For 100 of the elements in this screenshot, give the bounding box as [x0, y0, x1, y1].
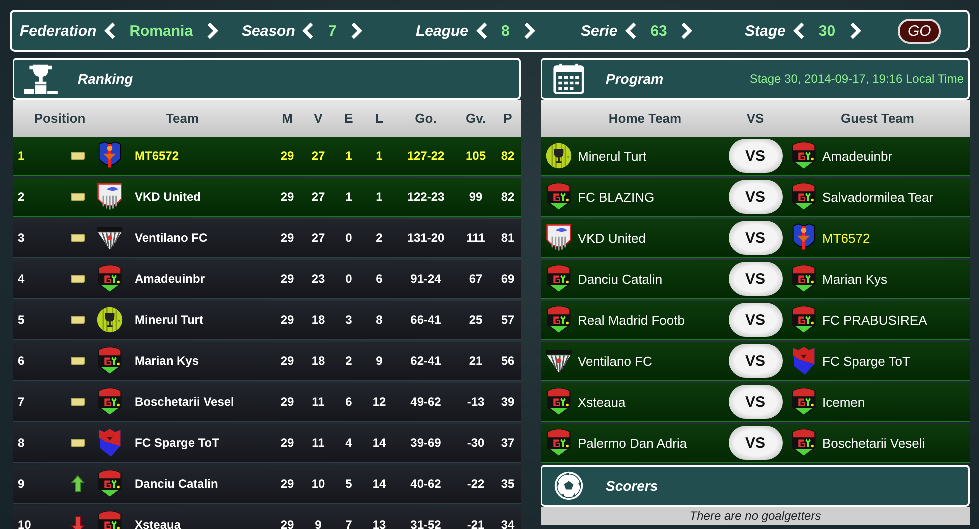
go-button[interactable]: GO: [898, 18, 942, 44]
table-cell-text: 7: [17, 395, 26, 409]
table-cell-text: 5: [344, 477, 354, 491]
team-name: MT6572: [134, 149, 180, 163]
table-cell-text: 99: [468, 190, 484, 204]
filter-label: League: [416, 22, 469, 40]
team-name: FC Sparge ToT: [822, 354, 912, 368]
table-cell-text: 9: [314, 518, 323, 529]
vs-badge: VS: [728, 385, 782, 419]
filter-label: Season: [242, 22, 296, 40]
column-header: VS: [746, 111, 766, 126]
match-row[interactable]: Xsteaua VS Icemen: [541, 383, 970, 422]
table-cell-text: 29: [280, 395, 296, 409]
table-cell-text: 2: [375, 231, 384, 245]
column-header: Home Team: [608, 111, 683, 126]
filter-label: Federation: [20, 22, 97, 40]
vs-badge: VS: [728, 426, 782, 460]
table-cell-text: 4: [344, 436, 354, 450]
column-header: L: [374, 111, 384, 126]
table-cell-text: 14: [372, 477, 388, 491]
match-row[interactable]: Danciu Catalin VS Marian Kys: [541, 260, 970, 299]
table-cell-text: 9: [375, 354, 384, 368]
team-name: Icemen: [822, 394, 866, 410]
match-row[interactable]: FC BLAZING VS Salvadormilea Tear: [541, 178, 970, 217]
table-cell-text: 49-62: [410, 395, 442, 409]
vs-badge: VS: [728, 139, 782, 173]
table-cell-text: 10: [17, 518, 32, 529]
shield-crest-icon: [96, 181, 124, 213]
table-cell-text: 82: [500, 149, 516, 163]
column-header: E: [344, 111, 354, 126]
empty-message: There are no goalgetters: [541, 507, 970, 525]
table-cell-text: 29: [280, 313, 296, 327]
table-cell-text: 14: [372, 436, 388, 450]
table-cell-text: 29: [280, 518, 296, 529]
table-cell-text: 62-41: [410, 354, 442, 368]
table-cell-text: 131-20: [406, 231, 446, 245]
team-name: VKD United: [577, 230, 647, 246]
ranking-row[interactable]: 4 Amadeuinbr 29 23 0 6 91-24 67 69: [13, 260, 521, 299]
table-cell-text: 40-62: [410, 477, 442, 491]
team-name: Danciu Catalin: [134, 477, 220, 491]
ranking-row[interactable]: 6 Marian Kys 29 18 2 9 62-41 21 56: [13, 342, 521, 381]
table-cell-text: 6: [17, 354, 26, 368]
table-cell-text: 105: [464, 149, 488, 163]
team-name: VKD United: [134, 190, 202, 204]
ranking-row[interactable]: 8 FC Sparge ToT 29 11 4 14 39-69 -30 37: [13, 424, 521, 463]
table-cell-text: 81: [500, 231, 516, 245]
ranking-row[interactable]: 3 Ventilano FC 29 27 0 2 131-20 111 81: [13, 219, 521, 258]
table-cell-text: 2: [344, 354, 354, 368]
table-cell-text: 29: [280, 231, 296, 245]
table-cell-text: 29: [280, 272, 296, 286]
match-row[interactable]: VKD United VS MT6572: [541, 219, 970, 258]
table-cell-text: 111: [466, 231, 486, 245]
match-row[interactable]: Ventilano FC VS FC Sparge ToT: [541, 342, 970, 381]
ranking-row[interactable]: 10 Xsteaua 29 9 7 13 31-52 -21 34: [13, 506, 521, 529]
table-cell-text: 37: [500, 436, 516, 450]
table-cell-text: -21: [466, 518, 486, 529]
match-row[interactable]: Palermo Dan Adria VS Boschetarii Veseli: [541, 424, 970, 463]
filter-label: Stage: [745, 22, 786, 40]
team-name: Marian Kys: [134, 354, 200, 368]
ranking-row[interactable]: 2 VKD United 29 27 1 1 122-23 99 82: [13, 178, 521, 217]
table-cell-text: 25: [468, 313, 484, 327]
ranking-row[interactable]: 5 Minerul Turt 29 18 3 8 66-41 25 57: [13, 301, 521, 340]
table-cell-text: 12: [372, 395, 388, 409]
vs-badge: VS: [728, 180, 782, 214]
table-cell-text: 7: [344, 518, 354, 529]
table-cell-text: 18: [310, 313, 326, 327]
match-row[interactable]: Real Madrid Footb VS FC PRABUSIREA: [541, 301, 970, 340]
table-cell-text: 35: [500, 477, 516, 491]
table-cell-text: 6: [375, 272, 384, 286]
table-cell-text: 1: [344, 190, 354, 204]
table-cell-text: 0: [344, 272, 354, 286]
vs-badge: VS: [728, 262, 782, 296]
table-cell-text: 29: [280, 190, 296, 204]
table-cell-text: 23: [310, 272, 326, 286]
match-row[interactable]: Minerul Turt VS Amadeuinbr: [541, 137, 970, 176]
column-header: Gv.: [465, 111, 487, 126]
team-name: FC Sparge ToT: [134, 436, 220, 450]
column-header: Position: [33, 111, 87, 126]
table-cell-text: 2: [17, 190, 26, 204]
table-cell-text: 31-52: [410, 518, 442, 529]
ranking-row[interactable]: 9 Danciu Catalin 29 10 5 14 40-62 -22 35: [13, 465, 521, 504]
table-cell-text: 1: [375, 149, 384, 163]
filter-value: 63: [650, 22, 668, 40]
team-name: Amadeuinbr: [134, 272, 206, 286]
column-header: Guest Team: [840, 111, 916, 126]
ranking-row[interactable]: 7 Boschetarii Vesel 29 11 6 12 49-62 -13 39: [13, 383, 521, 422]
team-name: FC BLAZING: [577, 190, 656, 204]
team-name: Minerul Turt: [577, 148, 648, 164]
table-cell-text: 66-41: [410, 313, 442, 327]
panel-title: Program: [606, 71, 664, 87]
team-name: Ventilano FC: [577, 354, 654, 368]
table-cell-text: 127-22: [406, 149, 446, 163]
table-cell-text: 27: [310, 190, 326, 204]
table-cell-text: 8: [17, 436, 26, 450]
team-name: MT6572: [822, 230, 872, 246]
shield-crest-icon: [545, 222, 573, 254]
table-cell-text: 3: [344, 313, 354, 327]
table-cell-text: 67: [468, 272, 484, 286]
table-cell-text: 29: [280, 477, 296, 491]
ranking-row[interactable]: 1 MT6572 29 27 1 1 127-22 105 82: [13, 137, 521, 176]
